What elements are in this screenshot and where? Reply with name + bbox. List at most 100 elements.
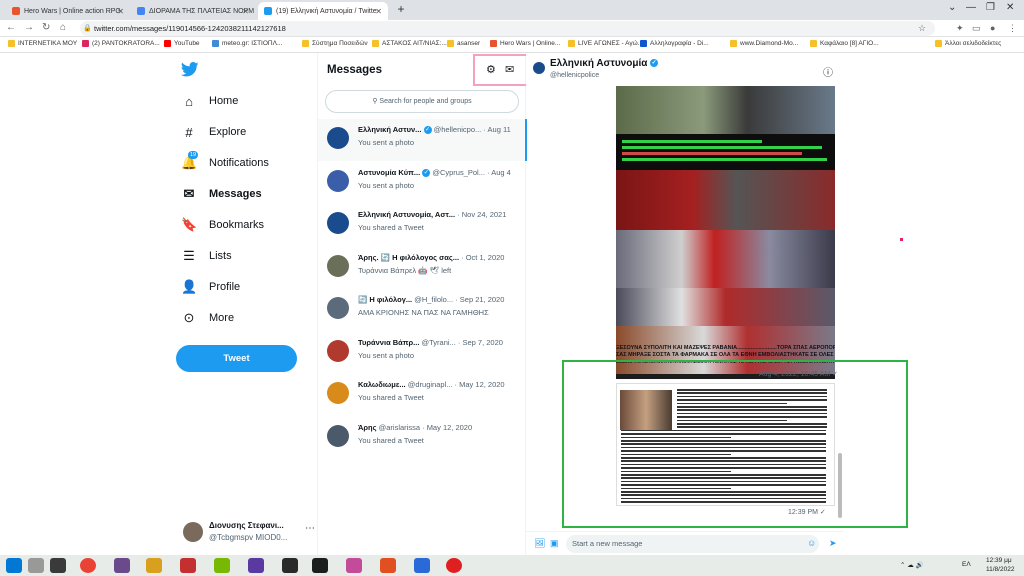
nav-messages[interactable]: ✉ Messages — [181, 183, 262, 205]
app-icon[interactable] — [248, 558, 264, 573]
nav-explore[interactable]: # Explore — [181, 121, 246, 143]
bookmark-item[interactable]: INTERNETIKA MOY — [8, 40, 77, 47]
conversation-title: Ελληνική Αστυνομία, Αστ... · Nov 24, 202… — [358, 210, 507, 219]
avatar — [327, 339, 349, 362]
browser-tab-active[interactable]: (19) Ελληνική Αστυνομία / Twitte ✕ — [258, 2, 388, 20]
forward-icon[interactable]: → — [24, 22, 34, 33]
settings-gear-icon[interactable]: ⚙ — [486, 63, 496, 76]
conversation-item[interactable]: 🔄 Η φιλόλογ... @H_filolo... · Sep 21, 20… — [318, 289, 527, 331]
task-view-icon[interactable] — [28, 558, 44, 573]
nav-bookmarks[interactable]: 🔖 Bookmarks — [181, 214, 264, 236]
bookmark-item[interactable]: YouTube — [164, 40, 200, 47]
nav-home[interactable]: ⌂ Home — [181, 90, 238, 112]
search-people-input[interactable]: ⚲ Search for people and groups — [325, 90, 519, 113]
close-tab-icon[interactable]: ✕ — [375, 7, 382, 16]
close-window-icon[interactable]: ✕ — [1006, 2, 1014, 13]
bookmark-label: INTERNETIKA MOY — [18, 40, 78, 47]
close-tab-icon[interactable]: ✕ — [242, 7, 249, 16]
reload-icon[interactable]: ↻ — [42, 22, 50, 33]
bookmark-item[interactable]: Σύστημα Ποσειδών — [302, 40, 368, 47]
account-switcher[interactable]: Διονυσης Στεφανι... @Tcbgmspv MIOD0... ⋯ — [179, 518, 315, 550]
bookmark-favicon-icon — [212, 40, 219, 47]
bookmark-item[interactable]: Αλληλογραφία - Di... — [640, 40, 709, 47]
photo-strip-text-green — [616, 134, 835, 170]
conversation-item[interactable]: Ελληνική Αστυνομία, Αστ... · Nov 24, 202… — [318, 204, 527, 246]
conversation-date: May 12, 2020 — [426, 422, 473, 432]
nav-notifications[interactable]: 🔔 19 Notifications — [181, 151, 269, 174]
bookmark-item[interactable]: Καφάλαιο [8] ΑΓΙΟ... — [810, 40, 879, 47]
bookmark-item[interactable]: www.Diamond-Mo... — [730, 40, 798, 47]
conversation-item[interactable]: Τυράννια Βάπρ... @Tyrani... · Sep 7, 202… — [318, 332, 527, 374]
gif-icon[interactable]: ▣ — [550, 538, 559, 549]
nav-profile[interactable]: 👤 Profile — [181, 276, 240, 298]
back-icon[interactable]: ← — [6, 22, 16, 33]
url-field[interactable]: twitter.com/messages/119014566-124203821… — [80, 21, 935, 36]
nav-more[interactable]: ⊙ More — [181, 307, 235, 329]
bookmark-item[interactable]: LIVE ΑΓΩΝΕΣ - Αγώ... — [568, 40, 643, 47]
bookmark-item[interactable]: ΑΣΤΑΚΟΣ ΑΙΤ/ΝΙΑΣ:... — [372, 40, 447, 47]
message-input[interactable]: Start a new message — [566, 535, 819, 553]
emoji-icon[interactable]: ☺ — [807, 538, 816, 548]
app-icon[interactable] — [180, 558, 196, 573]
conversation-preview: ΑΜΑ ΚΡΙΟΝΗΣ ΝΑ ΠΑΣ ΝΑ ΓΑΜΗΘΗΣ — [358, 308, 489, 317]
app-icon[interactable] — [380, 558, 396, 573]
home-icon[interactable]: ⌂ — [60, 22, 66, 33]
send-icon[interactable]: ➤ — [829, 538, 837, 549]
bookmark-item[interactable]: asanser — [447, 40, 480, 47]
conversation-item[interactable]: Καλωδιωμε... @druginapl... · May 12, 202… — [318, 374, 527, 416]
chrome-icon[interactable] — [80, 558, 96, 573]
bookmark-star-icon[interactable]: ☆ — [918, 23, 926, 34]
app-icon[interactable] — [282, 558, 298, 573]
start-icon[interactable] — [6, 558, 22, 573]
info-icon[interactable]: ⓘ — [823, 64, 833, 79]
lock-icon[interactable]: 🔒 — [83, 24, 92, 32]
conversation-item[interactable]: Αστυνομία Κύπ... ✓ @Cyprus_Pol... · Aug … — [318, 162, 527, 204]
other-bookmarks[interactable]: Άλλοι σελιδοδείκτες — [935, 40, 1001, 47]
new-tab-button[interactable]: + — [394, 3, 408, 17]
more-dots-icon[interactable]: ⋯ — [305, 523, 315, 534]
app-icon[interactable] — [114, 558, 130, 573]
sent-photo-collage[interactable] — [616, 86, 835, 379]
twitter-logo-icon[interactable] — [180, 62, 199, 82]
sidebar-icon[interactable]: ▭ — [972, 23, 981, 34]
conversation-item[interactable]: Άρης @arislarissa · May 12, 2020 You shar… — [318, 417, 527, 459]
profile-icon[interactable]: ● — [990, 23, 995, 33]
browser-tab[interactable]: Hero Wars | Online action RPG ✕ — [6, 2, 130, 20]
conversation-header[interactable]: Ελληνική Αστυνομία ✓ @hellenicpolice ⓘ — [526, 53, 844, 86]
person-icon: 👤 — [181, 279, 198, 294]
menu-icon[interactable]: ⋮ — [1008, 23, 1017, 34]
app-icon[interactable] — [50, 558, 66, 573]
image-icon[interactable]: 🖼 — [534, 538, 545, 549]
app-icon[interactable] — [346, 558, 362, 573]
browser-tab[interactable]: ΔΙΟΡΑΜΑ ΤΗΣ ΠΛΑΤΕΙΑΣ ΝΟΡΜ ✕ — [131, 2, 255, 20]
app-icon[interactable] — [414, 558, 430, 573]
photo-strip-collage — [616, 230, 835, 288]
new-message-icon[interactable]: ✉ — [505, 63, 514, 76]
avatar — [183, 522, 203, 542]
conversation-title: Άρης @arislarissa · May 12, 2020 — [358, 422, 473, 432]
bookmark-item[interactable]: Hero Wars | Online... — [490, 40, 560, 47]
address-bar-row: ← → ↻ ⌂ twitter.com/messages/119014566-1… — [0, 20, 1024, 37]
nav-lists[interactable]: ☰ Lists — [181, 245, 231, 267]
conversation-item[interactable]: Άρης. 🔄 Η φιλόλογος σας... · Oct 1, 2020… — [318, 247, 527, 289]
message-composer: 🖼 ▣ Start a new message ☺ ➤ — [526, 531, 844, 555]
epic-games-icon[interactable] — [312, 558, 328, 573]
close-tab-icon[interactable]: ✕ — [117, 7, 124, 16]
conversation-item[interactable]: Ελληνική Αστυν... ✓ @hellenicpo... · Aug… — [318, 119, 527, 161]
clock-date[interactable]: 11/8/2022 — [986, 566, 1014, 573]
tab-search-icon[interactable]: ⌄ — [948, 2, 956, 13]
bookmark-item[interactable]: meteo.gr: ΙΣΤΙΟΠΛ... — [212, 40, 282, 47]
app-icon[interactable] — [446, 558, 462, 573]
clock-time[interactable]: 12:39 μμ — [986, 557, 1012, 564]
twitter-sidebar: ⌂ Home # Explore 🔔 19 Notifications ✉ Message… — [165, 53, 317, 555]
app-icon[interactable] — [146, 558, 162, 573]
tweet-button[interactable]: Tweet — [176, 345, 297, 372]
nvidia-icon[interactable] — [214, 558, 230, 573]
minimize-icon[interactable]: — — [966, 2, 976, 13]
language-indicator[interactable]: ΕΛ — [962, 561, 971, 568]
bookmark-item[interactable]: (2) PANTOKRATORA... — [82, 40, 160, 47]
home-icon: ⌂ — [185, 93, 193, 109]
extensions-icon[interactable]: ✦ — [956, 23, 964, 34]
maximize-icon[interactable]: ❐ — [986, 2, 995, 13]
tray-icons[interactable]: ⌃ ☁ 🔊 — [900, 561, 924, 569]
